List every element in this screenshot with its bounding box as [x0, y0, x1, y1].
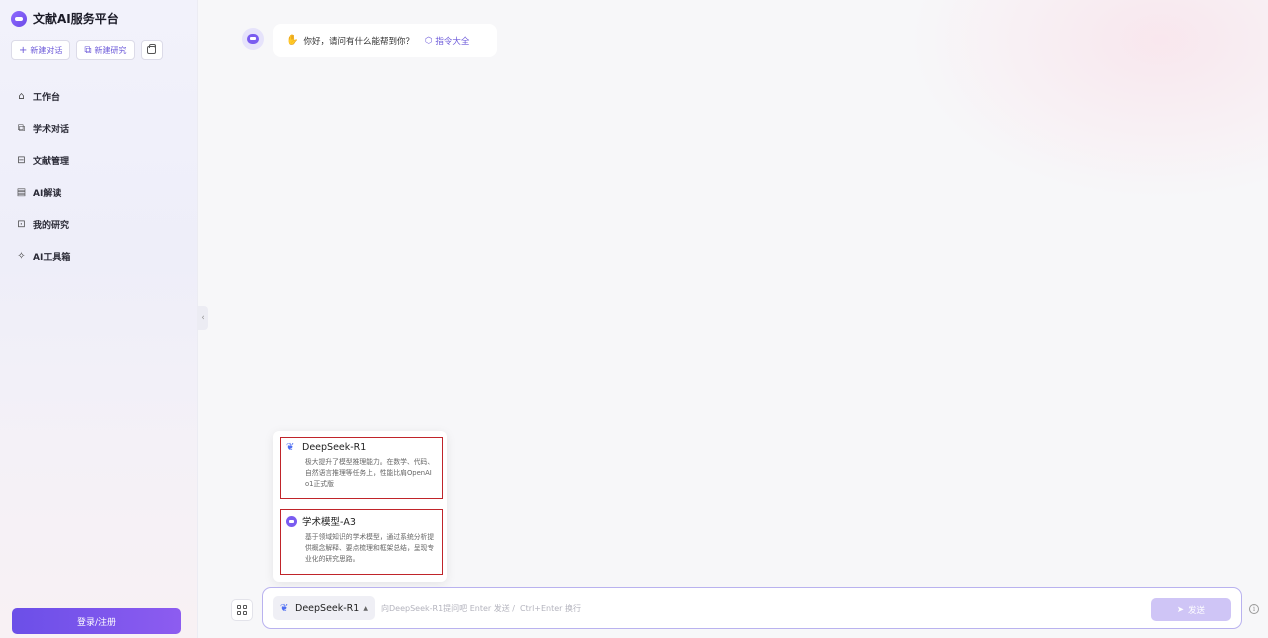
- wave-icon: ✋: [286, 35, 299, 46]
- grid-icon: [237, 605, 247, 615]
- chevron-left-icon: ‹: [201, 313, 205, 323]
- new-chat-button[interactable]: + 新建对话: [11, 40, 71, 60]
- bot-icon: [247, 34, 259, 44]
- sidebar-nav: ⌂ 工作台 ⧉ 学术对话 ⊟ 文献管理 ▤ AI解读 ⊡ 我的研究 ✧ AI工具…: [16, 80, 186, 272]
- whale-icon: ❦: [280, 602, 289, 614]
- chat-input-bar: ❦ DeepSeek-R1 ▲ ➤ 发送: [262, 587, 1242, 629]
- toolbox-icon: ✧: [17, 250, 26, 262]
- caret-up-icon: ▲: [363, 604, 368, 612]
- model-option-name: DeepSeek-R1: [302, 442, 367, 453]
- send-button[interactable]: ➤ 发送: [1151, 598, 1231, 621]
- info-icon[interactable]: i: [1249, 604, 1259, 614]
- sidebar-item-label: AI工具箱: [33, 252, 71, 263]
- chat-icon: ⧉: [17, 122, 26, 134]
- bot-icon: [286, 515, 297, 527]
- model-option-title: 学术模型-A3: [286, 514, 437, 528]
- sidebar: 文献AI服务平台 + 新建对话 ⧉ 新建研究 ⌂ 工作台 ⧉ 学术对话 ⊟ 文献…: [0, 0, 198, 638]
- collapse-sidebar-button[interactable]: ‹: [198, 306, 208, 330]
- sidebar-item-library[interactable]: ⊟ 文献管理: [16, 144, 186, 176]
- commands-link[interactable]: ⬡ 指令大全: [425, 35, 469, 47]
- library-icon: ⊟: [17, 154, 26, 166]
- sidebar-actions: + 新建对话 ⧉ 新建研究: [11, 40, 163, 60]
- model-option-desc: 基于领域知识的学术模型，通过系统分析提供概念解释、要点梳理和框架总结，呈现专业化…: [305, 533, 435, 563]
- apps-button[interactable]: [231, 599, 253, 621]
- box-button[interactable]: [140, 40, 163, 60]
- login-register-button[interactable]: 登录/注册: [12, 608, 181, 634]
- document-icon: ▤: [16, 186, 27, 198]
- background-glow: [908, 0, 1268, 200]
- selected-model-label: DeepSeek-R1: [295, 602, 360, 614]
- model-option-academic-a3[interactable]: 学术模型-A3 基于领域知识的学术模型，通过系统分析提供概念解释、要点梳理和框架…: [280, 509, 443, 575]
- whale-icon: ❦: [286, 442, 295, 453]
- brand-title: 文献AI服务平台: [33, 12, 119, 26]
- commands-label: 指令大全: [435, 36, 470, 47]
- research-icon: ⊡: [17, 218, 26, 230]
- box-icon: [147, 44, 157, 54]
- greeting-text: 你好，请问有什么能帮到你？: [303, 36, 414, 47]
- new-chat-label: 新建对话: [30, 45, 63, 55]
- sidebar-item-label: 工作台: [33, 92, 61, 103]
- model-option-deepseek-r1[interactable]: ❦ DeepSeek-R1 极大提升了模型推理能力。在数学、代码、自然语言推理等…: [280, 437, 443, 499]
- sidebar-item-label: 学术对话: [33, 124, 70, 135]
- sidebar-item-label: 我的研究: [33, 220, 70, 231]
- research-icon: ⧉: [84, 44, 92, 56]
- sidebar-item-label: AI解读: [33, 188, 62, 199]
- model-option-desc: 极大提升了模型推理能力。在数学、代码、自然语言推理等任务上，性能比肩OpenAI…: [305, 458, 435, 488]
- model-selector[interactable]: ❦ DeepSeek-R1 ▲: [273, 596, 375, 620]
- new-research-label: 新建研究: [94, 45, 127, 55]
- logo-icon: [11, 10, 27, 27]
- bot-avatar: [242, 28, 264, 50]
- model-option-title: ❦ DeepSeek-R1: [286, 442, 437, 453]
- sidebar-item-my-research[interactable]: ⊡ 我的研究: [16, 208, 186, 240]
- brand: 文献AI服务平台: [11, 10, 119, 27]
- model-dropdown: ❦ DeepSeek-R1 极大提升了模型推理能力。在数学、代码、自然语言推理等…: [273, 431, 447, 582]
- cube-icon: ⬡: [424, 35, 433, 46]
- home-icon: ⌂: [18, 90, 25, 102]
- prompt-input[interactable]: [381, 598, 981, 618]
- new-research-button[interactable]: ⧉ 新建研究: [76, 40, 135, 60]
- model-option-name: 学术模型-A3: [302, 517, 356, 528]
- send-icon: ➤: [1176, 604, 1185, 615]
- sidebar-item-academic-chat[interactable]: ⧉ 学术对话: [16, 112, 186, 144]
- sidebar-item-ai-reading[interactable]: ▤ AI解读: [16, 176, 186, 208]
- send-label: 发送: [1188, 605, 1206, 616]
- sidebar-item-label: 文献管理: [33, 156, 70, 167]
- greeting-message: ✋ 你好，请问有什么能帮到你？ ⬡ 指令大全: [273, 24, 497, 57]
- plus-icon: +: [19, 44, 28, 56]
- sidebar-item-workbench[interactable]: ⌂ 工作台: [16, 80, 186, 112]
- sidebar-item-ai-toolbox[interactable]: ✧ AI工具箱: [16, 240, 186, 272]
